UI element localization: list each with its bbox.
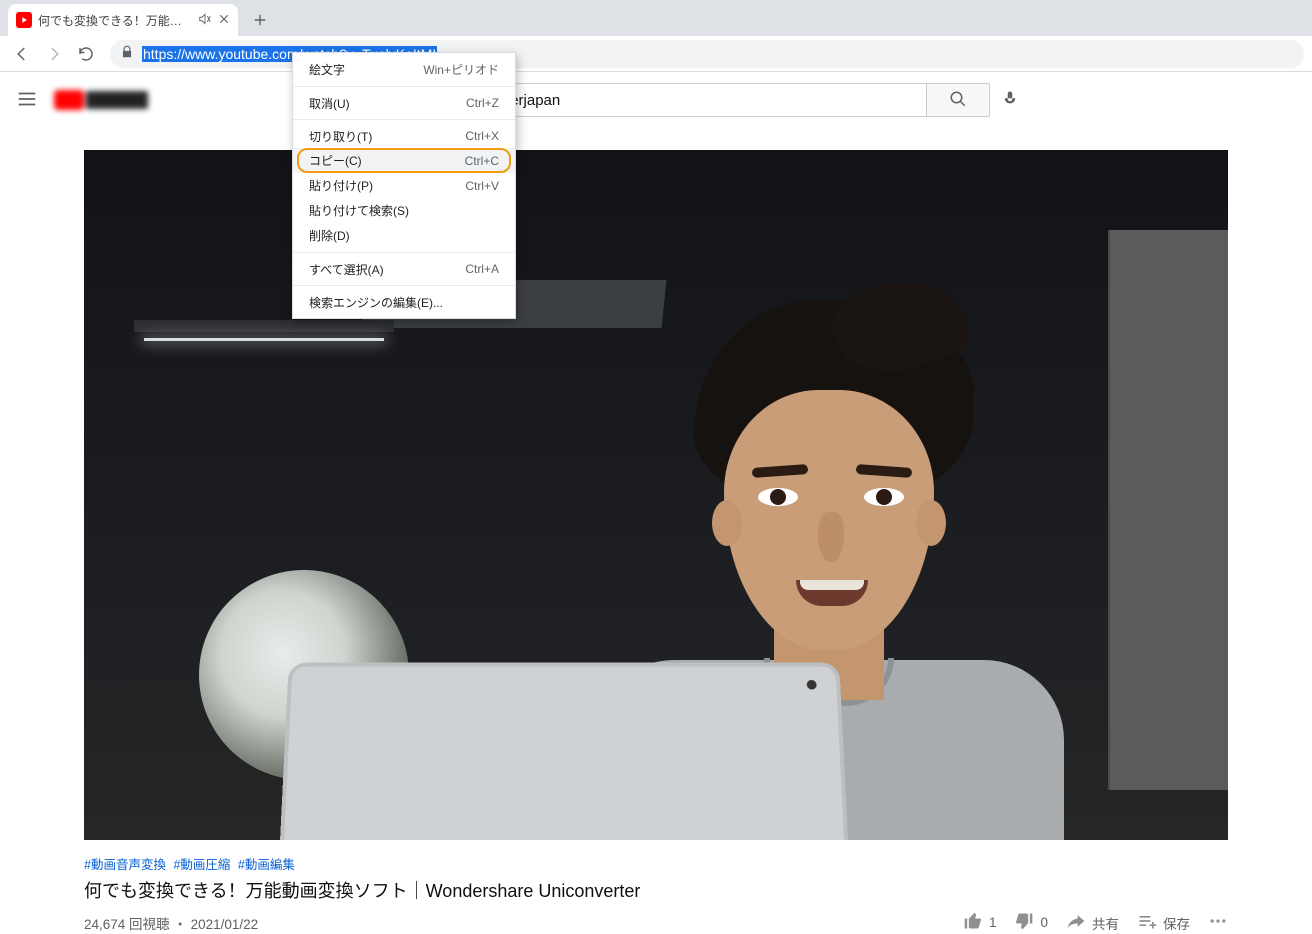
video-hashtags: #動画音声変換 #動画圧縮 #動画編集 [84, 854, 1228, 873]
ctx-shortcut: Ctrl+C [465, 154, 499, 168]
lock-icon [120, 45, 134, 62]
view-count: 24,674 回視聴 [84, 917, 170, 932]
dislike-button[interactable]: 0 [1014, 911, 1048, 934]
voice-search-button[interactable] [990, 83, 1030, 117]
tab-mute-icon[interactable] [198, 12, 212, 29]
ctx-label: 削除(D) [309, 227, 350, 244]
video-meta-row: 24,674 回視聴 ・ 2021/01/22 1 0 共有 保存 [84, 911, 1228, 934]
ctx-shortcut: Ctrl+X [465, 129, 499, 143]
tab-close-icon[interactable] [218, 13, 230, 28]
browser-toolbar: https://www.youtube.com/watch?v=TuolvKoI… [0, 36, 1312, 72]
thumbs-up-icon [963, 911, 983, 934]
menu-button[interactable] [16, 88, 38, 113]
video-stats: 24,674 回視聴 ・ 2021/01/22 [84, 913, 963, 933]
more-actions-button[interactable] [1208, 911, 1228, 934]
meta-separator: ・ [173, 917, 187, 932]
youtube-logo-icon [54, 90, 84, 110]
ctx-label: コピー(C) [309, 152, 362, 169]
ctx-edit-engines[interactable]: 検索エンジンの編集(E)... [293, 285, 515, 314]
like-button[interactable]: 1 [963, 911, 997, 934]
youtube-logo[interactable] [54, 90, 148, 110]
save-label: 保存 [1163, 913, 1190, 933]
share-label: 共有 [1092, 913, 1119, 933]
browser-tab[interactable]: 何でも変換できる！万能動画変 [8, 4, 238, 36]
hashtag-link[interactable]: #動画音声変換 [84, 858, 166, 872]
address-bar[interactable]: https://www.youtube.com/watch?v=TuolvKoI… [110, 40, 1304, 68]
ctx-select-all[interactable]: すべて選択(A) Ctrl+A [293, 252, 515, 281]
ctx-cut[interactable]: 切り取り(T) Ctrl+X [293, 119, 515, 148]
ctx-label: 切り取り(T) [309, 128, 372, 145]
new-tab-button[interactable] [246, 6, 274, 34]
tab-title: 何でも変換できる！万能動画変 [38, 12, 192, 29]
hashtag-link[interactable]: #動画圧縮 [173, 858, 230, 872]
context-menu: 絵文字 Win+ピリオド 取消(U) Ctrl+Z 切り取り(T) Ctrl+X… [292, 52, 516, 319]
upload-date: 2021/01/22 [191, 917, 259, 932]
save-button[interactable]: 保存 [1137, 911, 1190, 934]
share-icon [1066, 911, 1086, 934]
ctx-shortcut: Win+ピリオド [423, 61, 499, 78]
ctx-delete[interactable]: 削除(D) [293, 223, 515, 248]
ctx-label: すべて選択(A) [309, 261, 384, 278]
ctx-label: 貼り付け(P) [309, 177, 373, 194]
more-horizontal-icon [1208, 919, 1228, 934]
youtube-header [0, 72, 1312, 128]
ctx-shortcut: Ctrl+V [465, 179, 499, 193]
video-actions: 1 0 共有 保存 [963, 911, 1228, 934]
ctx-shortcut: Ctrl+A [465, 262, 499, 276]
back-button[interactable] [8, 40, 36, 68]
ctx-label: 貼り付けて検索(S) [309, 202, 409, 219]
hashtag-link[interactable]: #動画編集 [238, 858, 295, 872]
ctx-label: 取消(U) [309, 95, 350, 112]
ctx-emoji[interactable]: 絵文字 Win+ピリオド [293, 57, 515, 82]
ctx-shortcut: Ctrl+Z [466, 96, 499, 110]
share-button[interactable]: 共有 [1066, 911, 1119, 934]
search-button[interactable] [926, 83, 990, 117]
video-player[interactable] [84, 150, 1228, 840]
ctx-label: 絵文字 [309, 61, 345, 78]
ctx-undo[interactable]: 取消(U) Ctrl+Z [293, 86, 515, 115]
ctx-copy[interactable]: コピー(C) Ctrl+C [293, 148, 515, 173]
youtube-logo-text [86, 91, 148, 109]
video-title: 何でも変換できる！万能動画変換ソフト｜Wondershare Uniconver… [84, 877, 1228, 903]
reload-button[interactable] [72, 40, 100, 68]
youtube-favicon-icon [16, 12, 32, 28]
video-frame [84, 150, 1228, 840]
ctx-paste-search[interactable]: 貼り付けて検索(S) [293, 198, 515, 223]
browser-tabstrip: 何でも変換できる！万能動画変 [0, 0, 1312, 36]
page-content: #動画音声変換 #動画圧縮 #動画編集 何でも変換できる！万能動画変換ソフト｜W… [0, 150, 1312, 934]
microphone-icon [1001, 88, 1019, 113]
search-icon [949, 90, 967, 111]
ctx-paste[interactable]: 貼り付け(P) Ctrl+V [293, 173, 515, 198]
thumbs-down-icon [1014, 911, 1034, 934]
ctx-label: 検索エンジンの編集(E)... [309, 294, 443, 311]
forward-button[interactable] [40, 40, 68, 68]
playlist-add-icon [1137, 911, 1157, 934]
